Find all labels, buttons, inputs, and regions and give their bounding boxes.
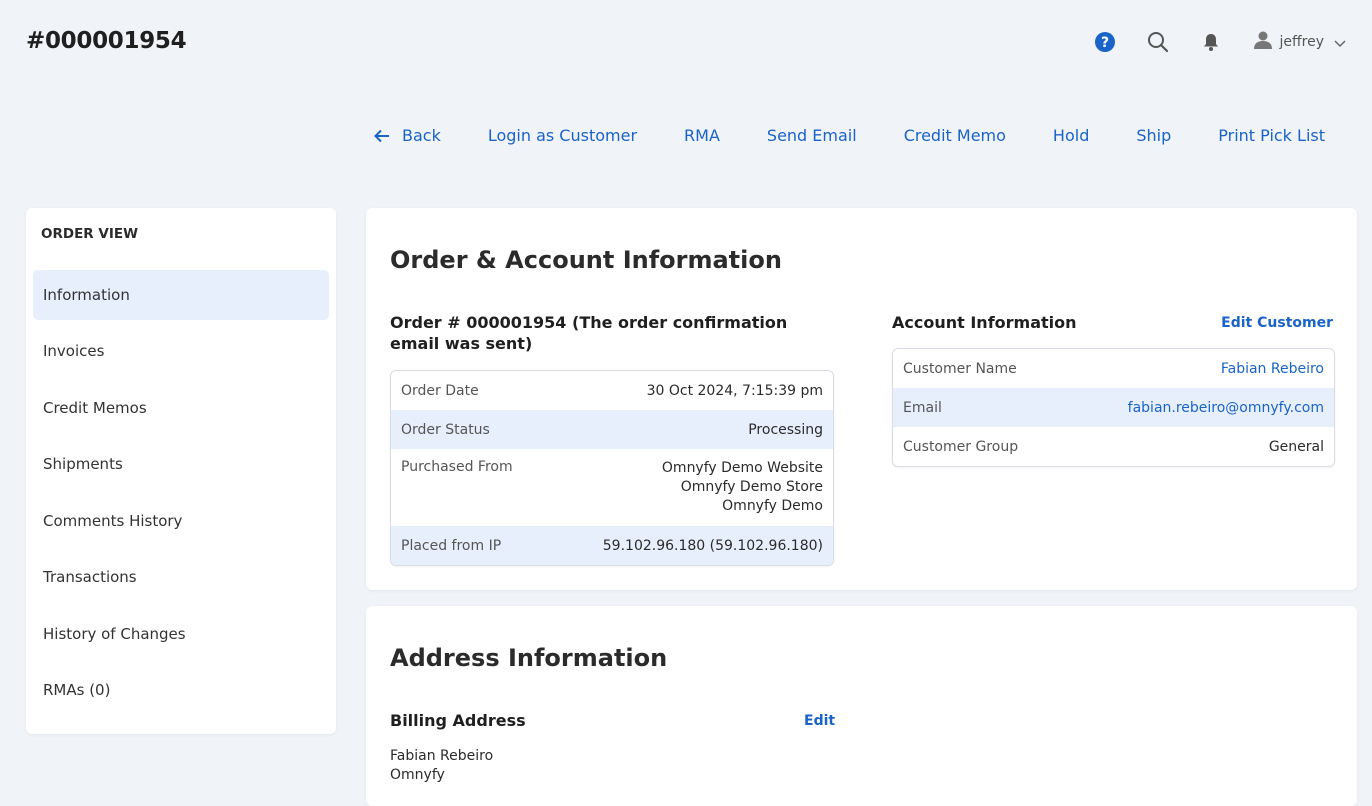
username: jeffrey <box>1279 34 1325 50</box>
sidebar-item-information[interactable]: Information <box>33 270 329 320</box>
sidebar-title: ORDER VIEW <box>41 226 138 242</box>
address-card: Address Information Billing Address Edit… <box>366 606 1357 806</box>
sidebar-item-shipments[interactable]: Shipments <box>33 439 329 489</box>
svg-text:?: ? <box>1100 35 1108 51</box>
page-title: #000001954 <box>26 28 187 54</box>
user-menu[interactable]: jeffrey <box>1253 30 1347 54</box>
bell-icon[interactable] <box>1199 30 1223 54</box>
print-pick-list-button[interactable]: Print Pick List <box>1218 126 1325 145</box>
sidebar-item-rmas[interactable]: RMAs (0) <box>33 665 329 715</box>
purchased-from-store: Omnyfy Demo Store <box>680 479 823 495</box>
topbar: ? jeffrey <box>1064 28 1347 56</box>
table-row: Customer Name Fabian Rebeiro <box>893 349 1334 388</box>
rma-button[interactable]: RMA <box>684 126 720 145</box>
billing-name: Fabian Rebeiro <box>390 748 494 764</box>
table-row: Order Status Processing <box>391 410 833 449</box>
placed-from-ip-value: 59.102.96.180 (59.102.96.180) <box>602 537 823 554</box>
arrow-left-icon <box>374 129 390 143</box>
login-as-customer-button[interactable]: Login as Customer <box>488 126 637 145</box>
action-bar: Back Login as Customer RMA Send Email Cr… <box>374 126 1325 145</box>
account-heading: Account Information <box>892 313 1077 332</box>
ship-button[interactable]: Ship <box>1136 126 1171 145</box>
order-view-sidebar: ORDER VIEW Information Invoices Credit M… <box>26 208 336 734</box>
order-date-value: 30 Oct 2024, 7:15:39 pm <box>646 382 823 399</box>
order-status-label: Order Status <box>401 421 490 438</box>
purchased-from-store-view: Omnyfy Demo <box>722 498 823 514</box>
order-account-title: Order & Account Information <box>390 246 782 274</box>
order-account-card: Order & Account Information Order # 0000… <box>366 208 1357 590</box>
account-info-table: Customer Name Fabian Rebeiro Email fabia… <box>892 348 1335 467</box>
email-label: Email <box>903 399 942 416</box>
address-title: Address Information <box>390 644 668 672</box>
table-row: Order Date 30 Oct 2024, 7:15:39 pm <box>391 371 833 410</box>
billing-address-heading: Billing Address <box>390 711 526 730</box>
customer-name-link[interactable]: Fabian Rebeiro <box>1221 361 1324 377</box>
customer-name-label: Customer Name <box>903 360 1017 377</box>
placed-from-ip-label: Placed from IP <box>401 537 502 554</box>
sidebar-item-comments-history[interactable]: Comments History <box>33 496 329 546</box>
purchased-from-website: Omnyfy Demo Website <box>661 460 823 476</box>
billing-company: Omnyfy <box>390 767 445 783</box>
help-icon[interactable]: ? <box>1093 30 1117 54</box>
search-icon[interactable] <box>1146 30 1170 54</box>
hold-button[interactable]: Hold <box>1053 126 1089 145</box>
purchased-from-value: Omnyfy Demo Website Omnyfy Demo Store Om… <box>662 459 823 526</box>
sidebar-item-history-of-changes[interactable]: History of Changes <box>33 609 329 659</box>
sidebar-item-invoices[interactable]: Invoices <box>33 326 329 376</box>
send-email-button[interactable]: Send Email <box>767 126 857 145</box>
chevron-down-icon <box>1334 33 1346 52</box>
order-date-label: Order Date <box>401 382 479 399</box>
customer-group-value: General <box>1268 438 1324 455</box>
table-row: Email fabian.rebeiro@omnyfy.com <box>893 388 1334 427</box>
user-icon <box>1253 30 1273 54</box>
table-row: Placed from IP 59.102.96.180 (59.102.96.… <box>391 526 833 565</box>
email-link[interactable]: fabian.rebeiro@omnyfy.com <box>1128 400 1324 416</box>
back-label: Back <box>401 126 441 145</box>
sidebar-item-credit-memos[interactable]: Credit Memos <box>33 383 329 433</box>
order-status-value: Processing <box>748 421 823 438</box>
credit-memo-button[interactable]: Credit Memo <box>904 126 1006 145</box>
purchased-from-label: Purchased From <box>401 459 513 475</box>
billing-address: Fabian Rebeiro Omnyfy <box>390 747 493 785</box>
back-button[interactable]: Back <box>374 126 441 145</box>
table-row: Customer Group General <box>893 427 1334 466</box>
order-heading: Order # 000001954 (The order confirmatio… <box>390 313 788 353</box>
edit-billing-address-link[interactable]: Edit <box>804 713 835 729</box>
edit-customer-link[interactable]: Edit Customer <box>1221 315 1333 331</box>
order-info-table: Order Date 30 Oct 2024, 7:15:39 pm Order… <box>390 370 834 566</box>
customer-group-label: Customer Group <box>903 438 1019 455</box>
sidebar-item-transactions[interactable]: Transactions <box>33 552 329 602</box>
table-row: Purchased From Omnyfy Demo Website Omnyf… <box>391 449 833 526</box>
